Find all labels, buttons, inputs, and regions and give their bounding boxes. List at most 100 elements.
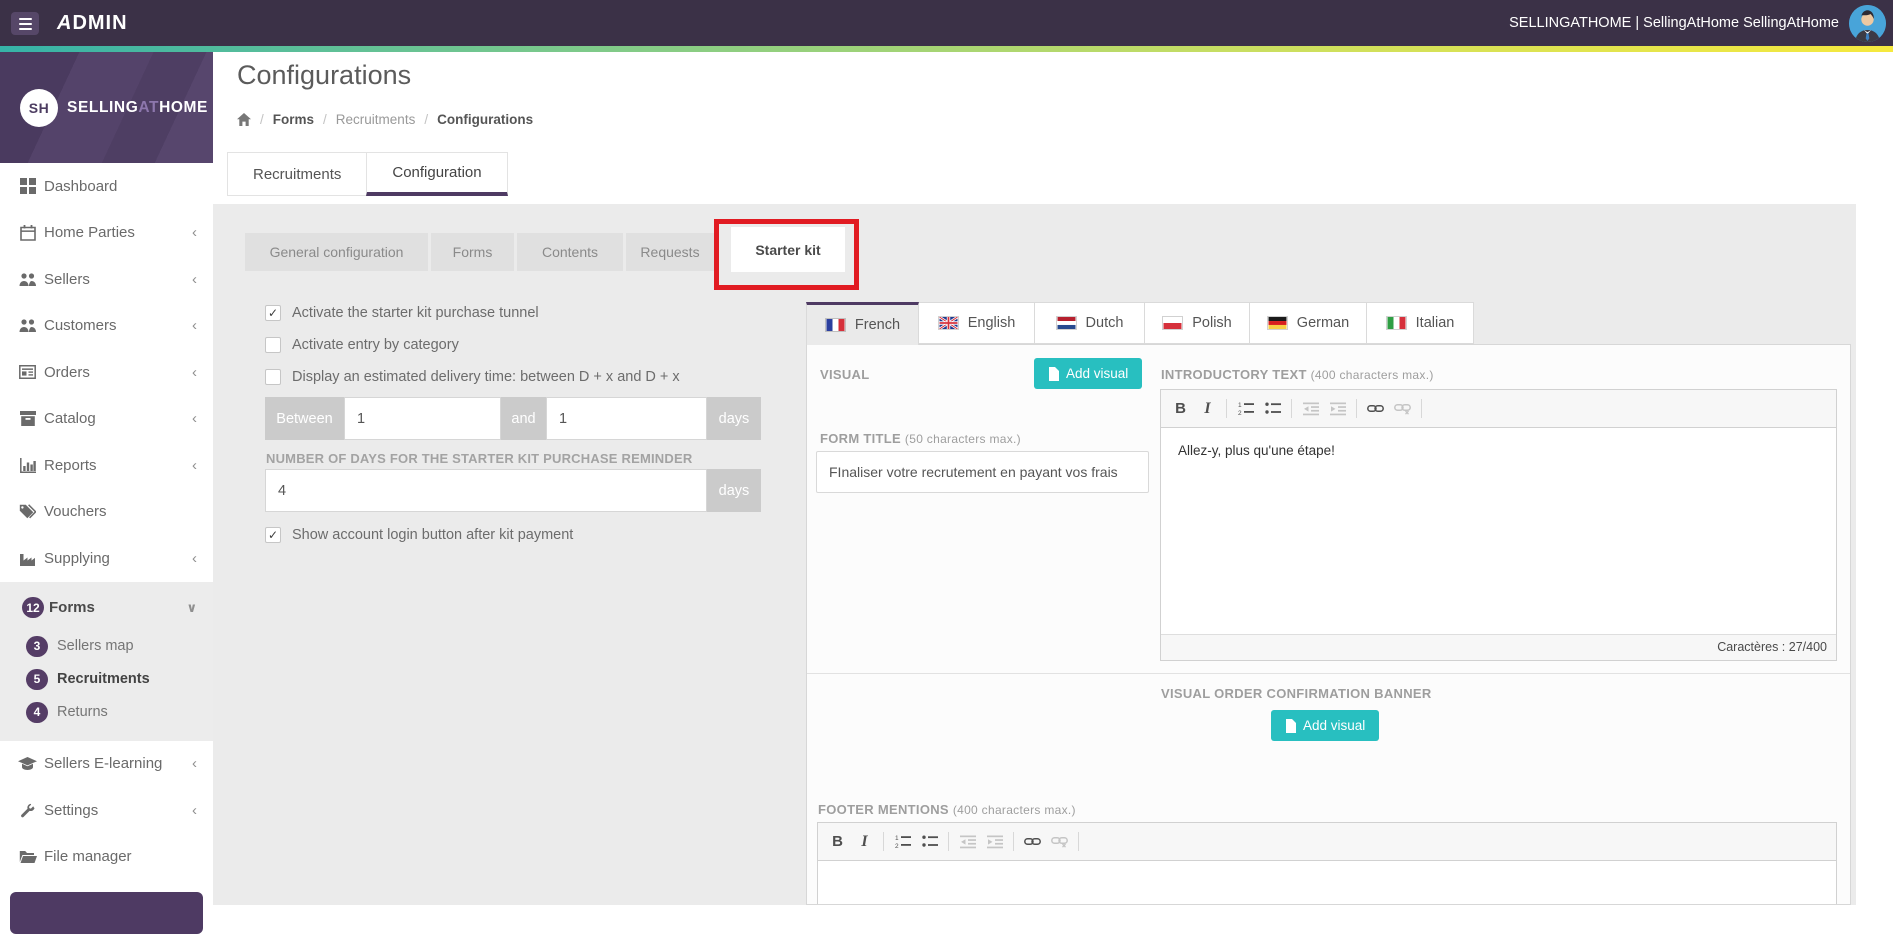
user-avatar[interactable] <box>1849 4 1886 42</box>
chevron-left-icon: ‹ <box>192 363 197 381</box>
visual-section-label: VISUAL <box>820 367 870 382</box>
factory-icon <box>18 550 37 567</box>
sidebar-item-sellers-elearning[interactable]: Sellers E-learning ‹ <box>0 741 213 788</box>
lang-label: Italian <box>1415 315 1455 331</box>
numbered-list-icon[interactable]: 12 <box>1232 396 1259 422</box>
sidebar-item-settings[interactable]: Settings ‹ <box>0 787 213 834</box>
sidebar-item-customers[interactable]: Customers ‹ <box>0 303 213 350</box>
sidebar-item-sellers-map[interactable]: 3 Sellers map <box>0 630 213 663</box>
footer-mentions-content[interactable] <box>818 861 1836 904</box>
add-visual-button[interactable]: Add visual <box>1034 358 1143 389</box>
checkbox-row: ✓ Activate the starter kit purchase tunn… <box>265 305 539 321</box>
sidebar-item-recruitments[interactable]: 5 Recruitments <box>0 663 213 696</box>
sidebar-item-label: Sellers map <box>57 638 134 654</box>
bullet-list-icon[interactable] <box>1259 396 1286 422</box>
user-account-label[interactable]: SELLINGATHOME | SellingAtHome SellingAtH… <box>1509 15 1839 31</box>
tab-recruitments[interactable]: Recruitments <box>227 152 368 196</box>
bullet-list-icon[interactable] <box>916 829 943 855</box>
tab-lang-english[interactable]: English <box>918 302 1035 344</box>
svg-text:1: 1 <box>1238 402 1242 409</box>
tab-lang-polish[interactable]: Polish <box>1144 302 1250 344</box>
tab-lang-german[interactable]: German <box>1249 302 1367 344</box>
introductory-text-content[interactable]: Allez-y, plus qu'une étape! <box>1161 428 1836 634</box>
tab-lang-french[interactable]: French <box>806 302 919 345</box>
flag-poland-icon <box>1162 316 1184 330</box>
sidebar-item-label: Sellers E-learning <box>44 755 163 773</box>
sidebar-bottom-button[interactable] <box>10 892 203 934</box>
chevron-left-icon: ‹ <box>192 549 197 567</box>
entry-by-category-checkbox[interactable]: ✓ <box>265 337 281 353</box>
archive-box-icon <box>18 410 37 427</box>
language-tabs: French English Dutch Polish German Itali… <box>806 302 1474 345</box>
sidebar-item-vouchers[interactable]: Vouchers <box>0 489 213 536</box>
subtab-requests[interactable]: Requests <box>626 233 714 271</box>
sidebar-item-label: Sellers <box>44 270 90 288</box>
lang-label: German <box>1296 315 1350 331</box>
delivery-between-group: Between and days <box>265 397 761 440</box>
checkbox-row: ✓ Activate entry by category <box>265 337 459 353</box>
flag-france-icon <box>824 318 846 332</box>
reminder-days-group: days <box>265 469 761 512</box>
sidebar-item-reports[interactable]: Reports ‹ <box>0 442 213 489</box>
show-login-button-checkbox[interactable]: ✓ <box>265 527 281 543</box>
editor-toolbar: B I 12 <box>818 823 1836 861</box>
tab-lang-italian[interactable]: Italian <box>1366 302 1474 344</box>
sidebar-logo[interactable]: SH SELLINGATHOME <box>0 52 213 163</box>
editor-toolbar: B I 12 <box>1161 390 1836 428</box>
sidebar-logo-text: SELLINGATHOME <box>67 98 208 116</box>
subtab-contents[interactable]: Contents <box>517 233 623 271</box>
reminder-days-input[interactable] <box>265 469 707 512</box>
breadcrumb-forms[interactable]: Forms <box>273 112 314 127</box>
checkmark-icon: ✓ <box>267 528 279 542</box>
sidebar-item-file-manager[interactable]: File manager <box>0 834 213 881</box>
activate-tunnel-checkbox[interactable]: ✓ <box>265 305 281 321</box>
bold-icon[interactable]: B <box>824 829 851 855</box>
days-addon: days <box>707 397 761 440</box>
increase-indent-icon <box>1324 396 1351 422</box>
link-icon[interactable] <box>1362 396 1389 422</box>
chevron-left-icon: ‹ <box>192 410 197 428</box>
sidebar-item-forms[interactable]: 12 Forms ∨ <box>0 586 213 630</box>
footer-mentions-editor: B I 12 <box>817 822 1837 904</box>
decrease-indent-icon <box>1297 396 1324 422</box>
delivery-min-input[interactable] <box>344 397 501 440</box>
italic-icon[interactable]: I <box>851 829 878 855</box>
decrease-indent-icon <box>954 829 981 855</box>
delivery-max-input[interactable] <box>546 397 707 440</box>
tab-configuration[interactable]: Configuration <box>366 152 508 196</box>
subtab-starter-kit[interactable]: Starter kit <box>731 227 845 272</box>
add-banner-visual-button[interactable]: Add visual <box>1271 710 1380 741</box>
delivery-time-checkbox[interactable]: ✓ <box>265 369 281 385</box>
tab-lang-dutch[interactable]: Dutch <box>1034 302 1145 344</box>
topbar-user-area: SELLINGATHOME | SellingAtHome SellingAtH… <box>1509 0 1886 46</box>
subtab-forms[interactable]: Forms <box>431 233 514 271</box>
sidebar-item-sellers[interactable]: Sellers ‹ <box>0 256 213 303</box>
sidebar-item-label: Home Parties <box>44 224 135 242</box>
breadcrumb-recruitments[interactable]: Recruitments <box>336 112 416 127</box>
starter-kit-settings-form: ✓ Activate the starter kit purchase tunn… <box>265 301 761 581</box>
form-title-label: FORM TITLE (50 characters max.) <box>820 431 1021 446</box>
link-icon[interactable] <box>1019 829 1046 855</box>
sidebar-item-catalog[interactable]: Catalog ‹ <box>0 396 213 443</box>
character-counter: Caractères : 27/400 <box>1161 634 1836 660</box>
sidebar-item-supplying[interactable]: Supplying ‹ <box>0 535 213 582</box>
numbered-list-icon[interactable]: 12 <box>889 829 916 855</box>
sidebar-item-home-parties[interactable]: Home Parties ‹ <box>0 210 213 257</box>
subtab-general-configuration[interactable]: General configuration <box>245 233 428 271</box>
sidebar-item-label: Recruitments <box>57 671 150 687</box>
bold-icon[interactable]: B <box>1167 396 1194 422</box>
form-title-input[interactable] <box>816 451 1149 493</box>
days-addon: days <box>707 469 761 512</box>
sidebar-item-returns[interactable]: 4 Returns <box>0 696 213 729</box>
sidebar-item-orders[interactable]: Orders ‹ <box>0 349 213 396</box>
sidebar-item-label: Catalog <box>44 410 96 428</box>
chevron-left-icon: ‹ <box>192 270 197 288</box>
italic-icon[interactable]: I <box>1194 396 1221 422</box>
home-icon[interactable] <box>237 113 251 126</box>
sidebar-item-dashboard[interactable]: Dashboard <box>0 163 213 210</box>
checkbox-label: Show account login button after kit paym… <box>292 527 574 543</box>
hamburger-menu-button[interactable] <box>11 12 39 35</box>
tags-icon <box>18 503 37 520</box>
svg-text:2: 2 <box>1238 410 1242 416</box>
flag-italy-icon <box>1385 316 1407 330</box>
